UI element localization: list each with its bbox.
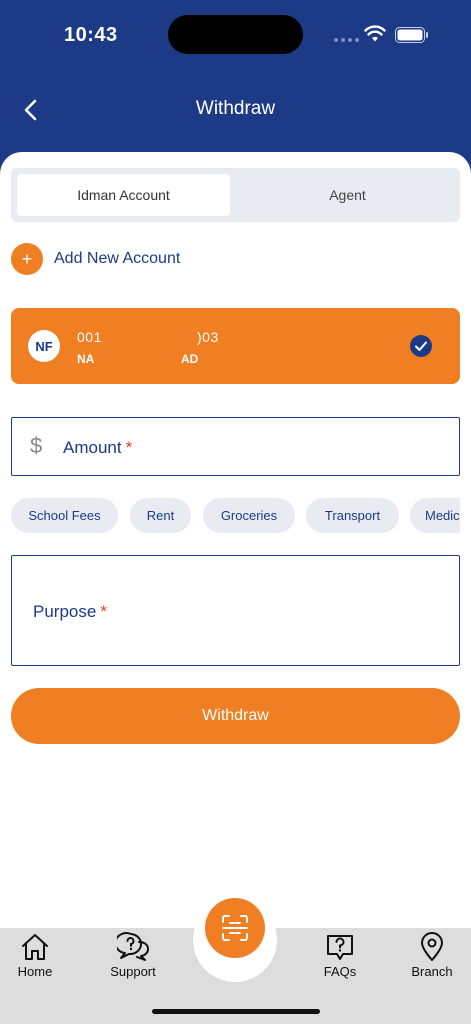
chip-school-fees[interactable]: School Fees: [11, 498, 118, 533]
dollar-icon: $: [30, 433, 43, 458]
purpose-input[interactable]: Purpose *: [11, 555, 460, 666]
amount-label: Amount *: [63, 438, 133, 457]
tab-agent[interactable]: Agent: [241, 174, 454, 216]
tab-branch[interactable]: Branch: [392, 932, 471, 979]
location-pin-icon: [421, 932, 443, 961]
scan-icon: [222, 915, 248, 941]
scan-qr-button[interactable]: [205, 898, 265, 958]
support-chat-icon: [117, 932, 149, 961]
tab-support[interactable]: Support: [93, 932, 173, 979]
faq-icon: [327, 935, 353, 960]
purpose-chips: School Fees Rent Groceries Transport Med…: [11, 498, 460, 534]
status-bar: 10:43: [0, 0, 471, 70]
account-number-start: 001: [77, 329, 102, 345]
account-name-start: NA: [77, 352, 95, 366]
wifi-icon: [364, 25, 386, 42]
account-type-switch: Idman Account Agent: [11, 168, 460, 222]
plus-icon: +: [11, 243, 43, 275]
tab-faqs-label: FAQs: [323, 964, 357, 979]
account-number-end: )03: [197, 329, 219, 345]
account-avatar: NF: [28, 330, 60, 362]
account-card[interactable]: NF 001 )03 NA AD: [11, 308, 460, 384]
tab-branch-label: Branch: [411, 964, 453, 979]
app-header: Withdraw: [0, 80, 471, 140]
add-new-account-label: Add New Account: [54, 250, 181, 267]
chip-medic[interactable]: Medic: [410, 498, 460, 533]
home-icon: [22, 934, 48, 960]
chip-rent[interactable]: Rent: [130, 498, 191, 533]
selected-check-icon: [410, 335, 432, 357]
tab-home[interactable]: Home: [0, 932, 75, 979]
withdraw-button[interactable]: Withdraw: [11, 688, 460, 744]
home-indicator: [152, 1009, 320, 1014]
amount-input[interactable]: $ Amount *: [11, 417, 460, 476]
content-sheet: Idman Account Agent + Add New Account NF…: [0, 152, 471, 1024]
battery-icon: [395, 27, 428, 43]
purpose-label: Purpose *: [33, 602, 107, 621]
page-title: Withdraw: [195, 98, 276, 119]
account-name-end: AD: [181, 352, 199, 366]
status-time: 10:43: [64, 24, 118, 46]
dynamic-island: [168, 15, 303, 54]
bottom-tab-bar: Home Support FAQs Branch: [0, 898, 471, 1024]
tab-idman-account[interactable]: Idman Account: [17, 174, 230, 216]
cellular-signal-icon: [334, 38, 359, 42]
chip-transport[interactable]: Transport: [306, 498, 399, 533]
tab-support-label: Support: [110, 964, 156, 979]
tab-home-label: Home: [17, 964, 53, 979]
add-new-account-button[interactable]: + Add New Account: [11, 243, 180, 275]
chip-groceries[interactable]: Groceries: [203, 498, 295, 533]
tab-faqs[interactable]: FAQs: [300, 932, 380, 979]
